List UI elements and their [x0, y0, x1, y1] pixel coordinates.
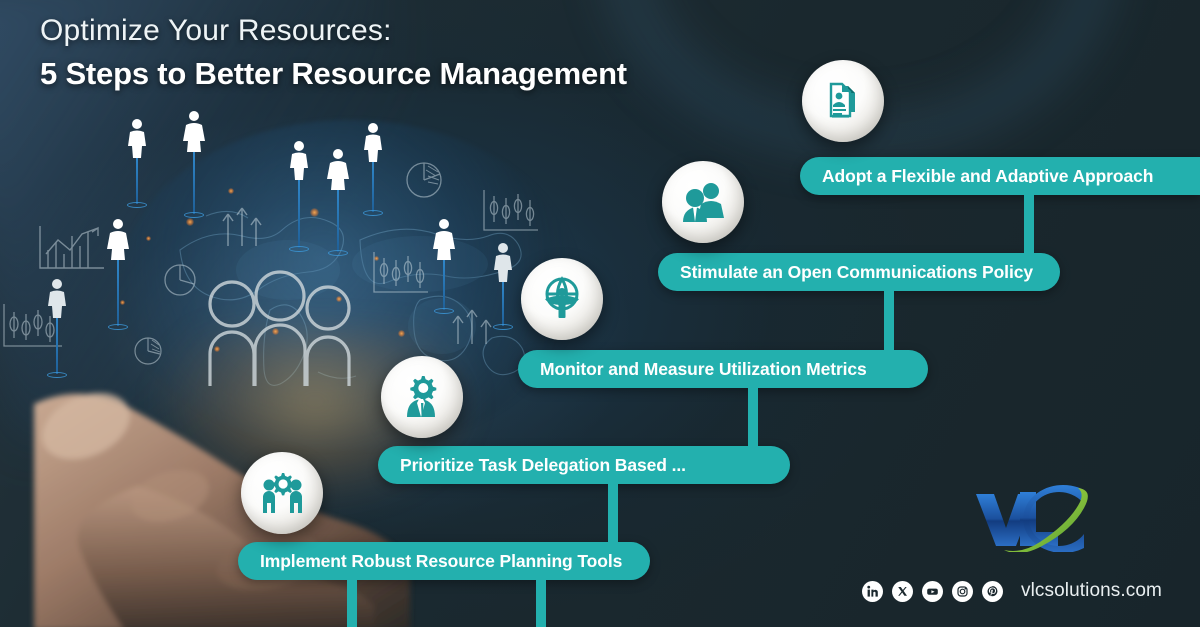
step-1-badge[interactable] — [241, 452, 323, 534]
candlestick-chart-lineart-mid — [373, 252, 428, 293]
step-4-label: Stimulate an Open Communications Policy — [680, 261, 1033, 282]
website-url[interactable]: vlcsolutions.com — [1021, 580, 1162, 602]
title-main: 5 Steps to Better Resource Management — [40, 56, 627, 91]
growth-arrows-lineart-left — [222, 207, 262, 246]
pie-chart-lineart-low — [134, 337, 162, 365]
connector-step1-down-left — [347, 572, 357, 627]
step-1-pill[interactable]: Implement Robust Resource Planning Tools — [238, 542, 650, 580]
pinterest-icon[interactable] — [982, 580, 1003, 602]
instagram-icon[interactable] — [952, 580, 973, 602]
title-eyebrow: Optimize Your Resources: — [40, 14, 392, 47]
person-pin-1 — [126, 118, 148, 208]
candlestick-chart-lineart-right — [483, 190, 538, 231]
step-4-badge[interactable] — [662, 161, 744, 243]
person-pin-3 — [288, 140, 310, 252]
step-4-pill[interactable]: Stimulate an Open Communications Policy — [658, 253, 1060, 291]
person-pin-7 — [46, 278, 68, 378]
connector-step5-step4 — [1024, 183, 1034, 255]
step-2-pill[interactable]: Prioritize Task Delegation Based ... — [378, 446, 790, 484]
connector-step1-down-right — [536, 572, 546, 627]
two-people-gear-icon — [263, 473, 302, 513]
globe-person-icon — [545, 276, 579, 318]
infographic-canvas: Optimize Your Resources: 5 Steps to Bett… — [0, 0, 1200, 627]
connector-step3-step2 — [748, 379, 758, 451]
step-5-pill[interactable]: Adopt a Flexible and Adaptive Approach — [800, 157, 1200, 195]
connector-step4-step3 — [884, 281, 894, 355]
youtube-icon[interactable] — [922, 580, 943, 602]
step-3-pill[interactable]: Monitor and Measure Utilization Metrics — [518, 350, 928, 388]
person-pin-8 — [432, 218, 456, 314]
growth-arrows-lineart-right — [452, 309, 492, 344]
pie-chart-lineart-top — [406, 162, 442, 198]
people-group-outline-icon — [208, 270, 351, 386]
stacked-documents-icon — [829, 82, 855, 118]
step-2-badge[interactable] — [381, 356, 463, 438]
person-pin-9 — [492, 242, 514, 330]
linkedin-icon[interactable] — [862, 580, 883, 602]
step-3-badge[interactable] — [521, 258, 603, 340]
step-2-label: Prioritize Task Delegation Based ... — [400, 454, 686, 475]
step-5-label: Adopt a Flexible and Adaptive Approach — [822, 165, 1154, 186]
x-twitter-icon[interactable] — [892, 580, 913, 602]
connector-step2-step1 — [608, 474, 618, 548]
step-3-label: Monitor and Measure Utilization Metrics — [540, 358, 867, 379]
social-links: vlcsolutions.com — [862, 580, 1162, 602]
step-5-badge[interactable] — [802, 60, 884, 142]
bar-chart-lineart — [39, 226, 104, 269]
step-1-label: Implement Robust Resource Planning Tools — [260, 550, 623, 571]
person-pin-6 — [106, 218, 130, 330]
person-gear-head-icon — [407, 376, 437, 417]
two-people-icon — [683, 183, 724, 222]
vlc-logo[interactable] — [960, 482, 1090, 552]
page-title: Optimize Your Resources: 5 Steps to Bett… — [40, 14, 627, 92]
person-pin-2 — [182, 110, 206, 218]
person-pin-4 — [326, 148, 350, 256]
person-pin-5 — [362, 122, 384, 216]
